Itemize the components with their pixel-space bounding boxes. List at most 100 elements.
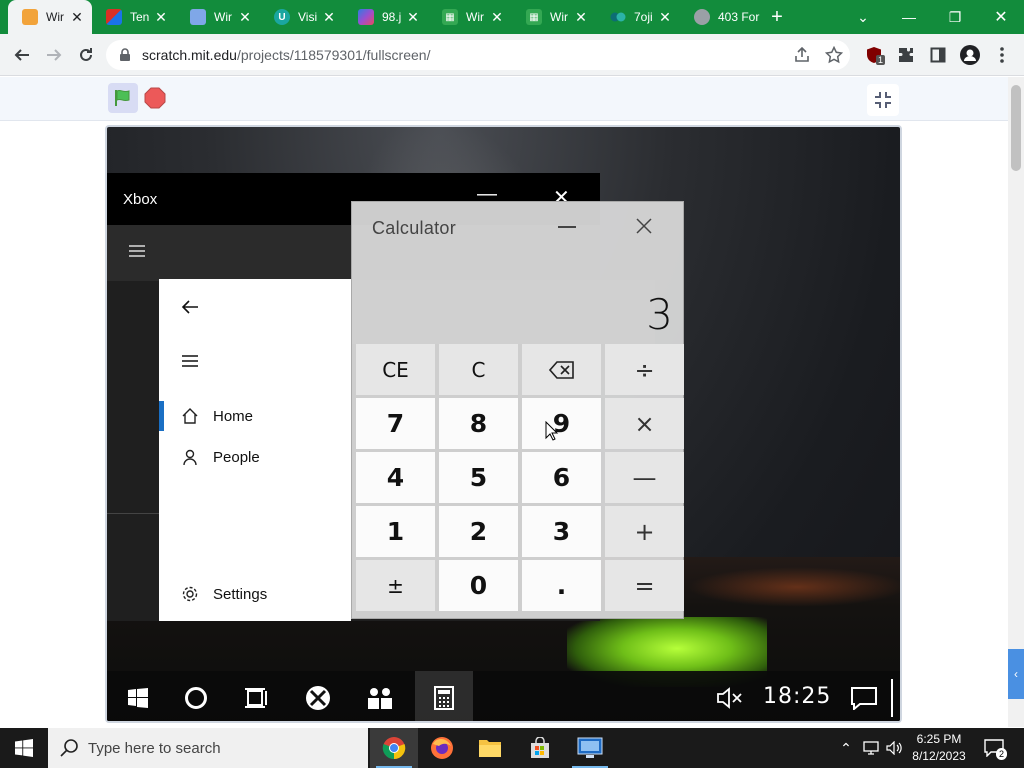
scratch-stage[interactable]: Xbox ― ✕ Home People Settings Calculator… (105, 125, 902, 723)
browser-tab-9[interactable]: 403 For (680, 0, 764, 34)
kebab-menu-icon (1000, 47, 1004, 63)
browser-tab-3[interactable]: Wir ✕ (176, 0, 260, 34)
star-icon (825, 46, 843, 64)
browser-tab-7[interactable]: ▦ Wir ✕ (512, 0, 596, 34)
action-center-button[interactable]: 2 (980, 728, 1008, 768)
back-button[interactable] (159, 287, 351, 327)
virtual-task-view-button[interactable] (227, 671, 285, 721)
digit-5-button[interactable]: 5 (439, 452, 518, 503)
taskbar-file-explorer[interactable] (466, 728, 514, 768)
minimize-window-button[interactable]: ― (886, 0, 932, 34)
digit-3-button[interactable]: 3 (522, 506, 601, 557)
browser-tab-6[interactable]: ▦ Wir ✕ (428, 0, 512, 34)
close-tab-icon[interactable]: ✕ (572, 9, 590, 26)
cortana-circle-icon (185, 687, 207, 709)
hamburger-menu-icon[interactable] (127, 243, 147, 259)
browser-tab-1[interactable]: Wir ✕ (8, 0, 92, 34)
close-tab-icon[interactable]: ✕ (404, 9, 422, 26)
virtual-start-button[interactable] (109, 671, 167, 721)
browser-tab-4[interactable]: U Visi ✕ (260, 0, 344, 34)
taskbar-chrome[interactable] (370, 728, 418, 768)
browser-tab-5[interactable]: 98.j ✕ (344, 0, 428, 34)
bookmark-button[interactable] (822, 43, 846, 67)
address-bar[interactable]: scratch.mit.edu/projects/118579301/fulls… (106, 40, 850, 70)
close-tab-icon[interactable]: ✕ (488, 9, 506, 26)
taskbar-remote-desktop[interactable] (566, 728, 614, 768)
digit-1-button[interactable]: 1 (356, 506, 435, 557)
backspace-button[interactable] (522, 344, 601, 395)
taskbar-microsoft-store[interactable] (516, 728, 564, 768)
grid-tab-icon: ▦ (442, 9, 458, 25)
green-flag-button[interactable] (108, 83, 138, 113)
volume-tray-icon[interactable] (884, 728, 906, 768)
show-desktop-strip[interactable] (891, 679, 893, 717)
equals-button[interactable]: = (605, 560, 684, 611)
browser-menu-button[interactable] (990, 43, 1014, 67)
side-panel-icon (930, 47, 946, 63)
digit-8-button[interactable]: 8 (439, 398, 518, 449)
mouse-cursor-icon (545, 421, 559, 441)
nav-menu-button[interactable] (159, 341, 351, 381)
clear-button[interactable]: C (439, 344, 518, 395)
network-tray-icon[interactable] (860, 728, 882, 768)
back-arrow-icon (14, 49, 29, 61)
close-tab-icon[interactable]: ✕ (656, 9, 674, 26)
close-window-button[interactable]: ✕ (978, 0, 1024, 34)
scrollbar-thumb[interactable] (1011, 85, 1021, 171)
digit-0-button[interactable]: 0 (439, 560, 518, 611)
nav-item-people[interactable]: People (159, 437, 351, 477)
minus-button[interactable]: — (605, 452, 684, 503)
page-scrollbar[interactable]: ‹ (1008, 77, 1024, 727)
calculator-close-icon[interactable] (634, 216, 654, 236)
browser-tab-8[interactable]: 7oji ✕ (596, 0, 680, 34)
tab-search-button[interactable]: ⌄ (840, 0, 886, 34)
taskbar-firefox[interactable] (418, 728, 466, 768)
back-arrow-icon (181, 300, 198, 314)
browser-tab-2[interactable]: Ten ✕ (92, 0, 176, 34)
new-tab-button[interactable]: + (766, 6, 788, 28)
restore-window-button[interactable]: ❐ (932, 0, 978, 34)
notification-badge: 2 (996, 748, 1008, 760)
tab-title: Visi (298, 10, 318, 24)
back-button[interactable] (10, 43, 34, 67)
extensions-button[interactable] (894, 43, 918, 67)
virtual-volume-button[interactable] (701, 671, 759, 721)
close-tab-icon[interactable]: ✕ (68, 9, 86, 26)
close-tab-icon[interactable]: ✕ (236, 9, 254, 26)
calculator-minimize-button[interactable] (558, 226, 576, 228)
show-hidden-icons-button[interactable]: ⌃ (836, 728, 856, 768)
start-button[interactable] (0, 728, 48, 768)
digit-2-button[interactable]: 2 (439, 506, 518, 557)
nav-item-settings[interactable]: Settings (159, 574, 351, 614)
tab-title: Wir (214, 10, 232, 24)
virtual-action-center-button[interactable] (835, 671, 893, 721)
share-button[interactable] (790, 43, 814, 67)
digit-6-button[interactable]: 6 (522, 452, 601, 503)
exit-fullscreen-button[interactable] (867, 84, 899, 116)
nav-item-home[interactable]: Home (159, 396, 351, 436)
digit-7-button[interactable]: 7 (356, 398, 435, 449)
clear-entry-button[interactable]: CE (356, 344, 435, 395)
taskbar-clock[interactable]: 6:25 PM 8/12/2023 (906, 731, 972, 765)
virtual-cortana-button[interactable] (167, 671, 225, 721)
close-tab-icon[interactable]: ✕ (320, 9, 338, 26)
close-tab-icon[interactable]: ✕ (152, 9, 170, 26)
negate-button[interactable]: ± (356, 560, 435, 611)
stop-sign-icon[interactable] (144, 87, 166, 109)
ublock-extension-button[interactable]: 1 (862, 43, 886, 67)
profile-button[interactable] (958, 43, 982, 67)
virtual-calculator-app-button[interactable] (415, 671, 473, 721)
forward-button[interactable] (42, 43, 66, 67)
side-panel-button[interactable] (926, 43, 950, 67)
digit-4-button[interactable]: 4 (356, 452, 435, 503)
plus-button[interactable]: + (605, 506, 684, 557)
divide-button[interactable]: ÷ (605, 344, 684, 395)
reload-button[interactable] (74, 43, 98, 67)
multiply-button[interactable]: × (605, 398, 684, 449)
decimal-button[interactable]: . (522, 560, 601, 611)
side-panel-toggle[interactable]: ‹ (1008, 649, 1024, 699)
virtual-xbox-app-button[interactable] (289, 671, 347, 721)
virtual-people-button[interactable] (351, 671, 409, 721)
taskbar-search-box[interactable]: Type here to search (48, 728, 368, 768)
digit-9-button[interactable]: 9 (522, 398, 601, 449)
